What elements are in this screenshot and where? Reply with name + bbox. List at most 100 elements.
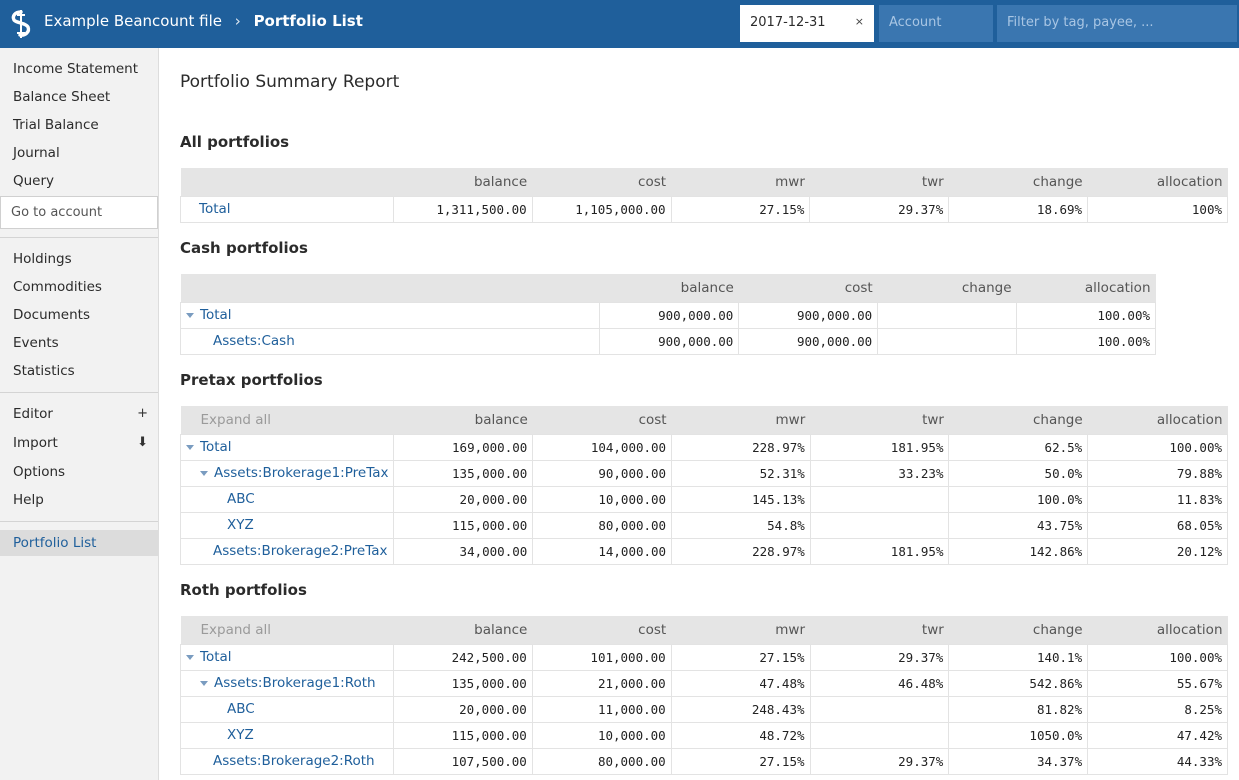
column-header[interactable]: allocation [1087,168,1228,196]
account-link[interactable]: Assets:Cash [179,327,601,355]
table-cell: 1050.0% [948,721,1089,749]
column-header[interactable]: change [948,616,1088,644]
sidebar-item-commodities[interactable]: Commodities [0,274,158,300]
column-header[interactable]: allocation [1087,616,1228,644]
table-cell: 20,000.00 [393,485,534,513]
sidebar-item-statistics[interactable]: Statistics [0,358,158,384]
column-header-name [180,168,394,196]
account-link[interactable]: Assets:Brokerage2:Roth [180,747,394,775]
table-cell: 52.31% [671,459,811,487]
cash-portfolios-table: balance cost change allocation Total 900… [179,274,1156,355]
sidebar-item-holdings[interactable]: Holdings [0,246,158,272]
go-to-account-input[interactable]: Go to account [0,196,158,229]
column-header[interactable]: cost [532,616,672,644]
column-header[interactable]: balance [393,616,533,644]
account-link[interactable]: Total [180,195,394,223]
section-title-roth: Roth portfolios [180,581,307,599]
table-cell: 181.95% [809,537,950,565]
sidebar-item-options[interactable]: Options [0,459,158,485]
account-cell: Total [180,643,394,671]
app-title-link[interactable]: Example Beancount file [44,12,222,30]
column-header[interactable]: allocation [1016,274,1156,302]
sidebar-item-query[interactable]: Query [0,168,158,194]
column-header[interactable]: change [948,168,1088,196]
sidebar-item-balance-sheet[interactable]: Balance Sheet [0,84,158,110]
table-cell: 29.37% [809,643,950,671]
sidebar-item-events[interactable]: Events [0,330,158,356]
table-cell: 135,000.00 [393,459,534,487]
table-row: Assets:Brokerage1:Roth 135,000.00 21,000… [180,669,1228,697]
page-title: Portfolio Summary Report [180,72,400,92]
sidebar-item-portfolio-list[interactable]: Portfolio List [0,530,158,556]
table-cell: 27.15% [670,195,811,223]
sidebar-divider [0,237,158,238]
column-header[interactable]: allocation [1087,406,1228,434]
date-filter-input[interactable]: 2017-12-31 × [740,5,874,42]
table-row: XYZ 115,000.00 10,000.00 48.72% 1050.0% … [180,721,1228,749]
account-link[interactable]: Total [200,649,232,665]
sidebar-item-documents[interactable]: Documents [0,302,158,328]
table-row: Assets:Brokerage2:Roth 107,500.00 80,000… [180,747,1228,775]
table-row: Total 242,500.00 101,000.00 27.15% 29.37… [180,643,1228,671]
collapse-toggle-icon[interactable] [186,312,194,318]
account-link[interactable]: Assets:Brokerage1:PreTax [214,465,388,481]
beancount-logo-icon[interactable] [8,10,34,38]
sidebar-item-trial-balance[interactable]: Trial Balance [0,112,158,138]
column-header[interactable]: cost [532,406,672,434]
account-link[interactable]: XYZ [180,721,394,749]
column-header[interactable]: balance [393,168,533,196]
column-header[interactable]: balance [393,406,533,434]
column-header[interactable]: change [877,274,1017,302]
sidebar-item-journal[interactable]: Journal [0,140,158,166]
account-link[interactable]: Assets:Brokerage1:Roth [214,675,376,691]
column-header[interactable]: change [948,406,1088,434]
expand-all-button[interactable]: Expand all [180,406,394,434]
account-link[interactable]: Total [200,439,232,455]
account-link[interactable]: Total [200,307,232,323]
table-row: Assets:Brokerage1:PreTax 135,000.00 90,0… [179,459,1228,487]
expand-all-button[interactable]: Expand all [180,616,394,644]
collapse-toggle-icon[interactable] [200,680,208,686]
sidebar-item-income-statement[interactable]: Income Statement [0,56,158,82]
clear-date-icon[interactable]: × [855,15,864,28]
table-row: Total 900,000.00 900,000.00 100.00% [179,301,1156,329]
tag-payee-filter-input[interactable]: Filter by tag, payee, ... [997,5,1237,42]
column-header[interactable]: twr [810,616,949,644]
table-cell: 46.48% [809,669,950,697]
table-cell: 115,000.00 [393,511,534,539]
column-header[interactable]: mwr [671,406,811,434]
collapse-toggle-icon[interactable] [186,654,194,660]
account-link[interactable]: XYZ [179,511,395,539]
table-header-row: Expand all balance cost mwr twr change a… [180,616,1228,644]
table-cell: 44.33% [1087,747,1228,775]
all-portfolios-table: balance cost mwr twr change allocation T… [180,168,1228,223]
table-cell: 27.15% [670,747,811,775]
account-filter-input[interactable]: Account [879,5,993,42]
account-link[interactable]: ABC [179,485,395,513]
table-cell: 11,000.00 [531,695,672,723]
column-header[interactable]: twr [809,168,949,196]
sidebar-item-help[interactable]: Help [0,487,158,513]
column-header[interactable]: balance [599,274,739,302]
collapse-toggle-icon[interactable] [186,444,194,450]
sidebar-item-editor[interactable]: Editor + [0,401,158,427]
table-cell: 100.00% [1087,643,1228,671]
plus-icon[interactable]: + [137,406,148,421]
download-icon[interactable]: ⬇ [137,435,148,450]
column-header[interactable]: mwr [671,616,810,644]
table-row: Total 169,000.00 104,000.00 228.97% 181.… [179,433,1228,461]
table-header-row: balance cost change allocation [180,274,1156,302]
account-link[interactable]: ABC [180,695,394,723]
sidebar-item-label: Editor [13,406,53,422]
table-row: Assets:Cash 900,000.00 900,000.00 100.00… [179,327,1156,355]
account-link[interactable]: Assets:Brokerage2:PreTax [179,537,395,565]
collapse-toggle-icon[interactable] [200,470,208,476]
column-header[interactable]: mwr [671,168,810,196]
column-header[interactable]: cost [532,168,672,196]
sidebar-item-import[interactable]: Import ⬇ [0,430,158,456]
column-header[interactable]: cost [738,274,878,302]
table-cell: 101,000.00 [531,643,672,671]
table-cell: 107,500.00 [392,747,533,775]
table-header-row: Expand all balance cost mwr twr change a… [180,406,1228,434]
column-header[interactable]: twr [810,406,949,434]
